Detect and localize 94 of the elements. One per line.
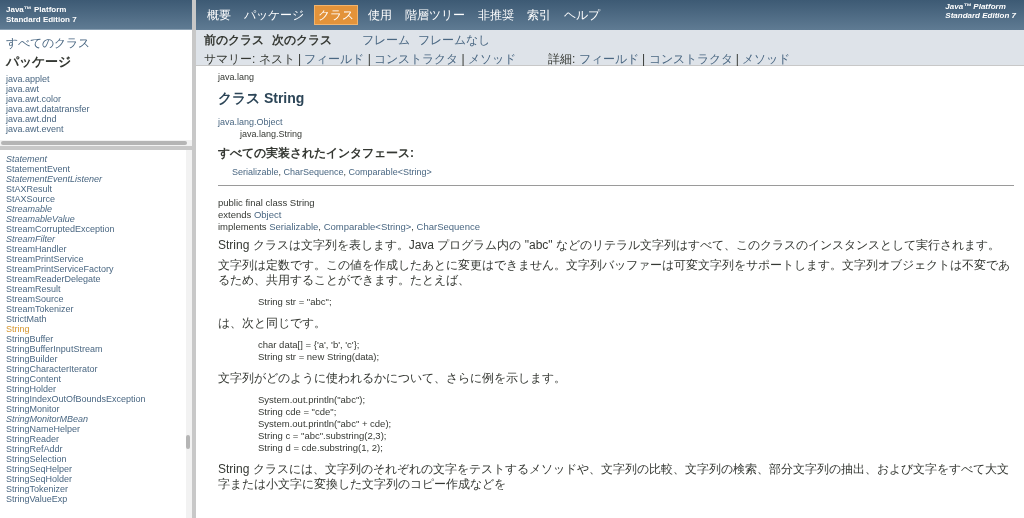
class-link[interactable]: StrictMath	[6, 314, 47, 324]
class-link[interactable]: StringIndexOutOfBoundsException	[6, 394, 146, 404]
class-link[interactable]: StringBuilder	[6, 354, 58, 364]
paragraph: は、次と同じです。	[218, 316, 327, 331]
class-link[interactable]: StringBuffer	[6, 334, 54, 344]
platform-title: Standard Edition 7	[945, 11, 1016, 20]
class-link[interactable]: StringSelection	[6, 454, 67, 464]
code-line: String str = new String(data);	[258, 351, 380, 363]
class-link[interactable]: StreamTokenizer	[6, 304, 74, 314]
package-link[interactable]: java.awt.color	[6, 94, 62, 104]
code-line: System.out.println("abc");	[258, 394, 366, 406]
link[interactable]: メソッド	[468, 52, 517, 66]
packages-heading: パッケージ	[6, 54, 71, 70]
class-link[interactable]: StringHolder	[6, 384, 57, 394]
class-link[interactable]: StringSeqHolder	[6, 474, 73, 484]
link[interactable]: Comparable<String>	[348, 167, 432, 177]
code-line: String str = "abc";	[258, 296, 332, 308]
frames-link[interactable]: フレーム	[362, 34, 410, 47]
class-link[interactable]: java.lang.Object	[218, 116, 283, 128]
link[interactable]: CharSequence	[416, 221, 480, 232]
class-link[interactable]: StringNameHelper	[6, 424, 81, 434]
code-line: String d = cde.substring(1, 2);	[258, 442, 383, 454]
class-link[interactable]: StringCharacterIterator	[6, 364, 98, 374]
link[interactable]: フィールド	[578, 52, 639, 66]
class-link[interactable]: StreamPrintService	[6, 254, 84, 264]
class-link[interactable]: Streamable	[6, 204, 53, 214]
nav-tab[interactable]: ヘルプ	[561, 6, 603, 24]
class-link[interactable]: StatementEventListener	[6, 174, 103, 184]
class-link[interactable]: StringTokenizer	[6, 484, 69, 494]
paragraph: String クラスには、文字列のそれぞれの文字をテストするメソッドや、文字列の比較、文字列の検索、部分文字列の抽出、および文字をすべて大文字または小文字に変換した文字列のコピー作成などを	[218, 462, 1010, 492]
class-link[interactable]: StringSeqHelper	[6, 464, 73, 474]
summary-nav: サマリー: ネスト | フィールド | コンストラクタ | メソッド	[204, 52, 517, 66]
class-link[interactable]: StreamSource	[6, 294, 64, 304]
class-title: クラス String	[218, 89, 305, 107]
package-name: java.lang	[218, 71, 255, 83]
class-link[interactable]: StringMonitor	[6, 404, 60, 414]
class-link[interactable]: StringMonitorMBean	[6, 414, 89, 424]
detail-nav: 詳細: フィールド | コンストラクタ | メソッド	[548, 52, 791, 66]
class-link[interactable]: StreamCorruptedException	[6, 224, 115, 234]
scrollbar-thumb[interactable]	[1, 141, 187, 145]
paragraph: 文字列がどのように使われるかについて、さらに例を示します。	[218, 371, 567, 386]
code-line: String cde = "cde";	[258, 406, 337, 418]
class-link[interactable]: Statement	[6, 154, 48, 164]
class-link[interactable]: StreamableValue	[6, 214, 75, 224]
class-link[interactable]: StreamResult	[6, 284, 61, 294]
class-link[interactable]: StringContent	[6, 374, 62, 384]
paragraph: 文字列は定数です。この値を作成したあとに変更はできません。文字列バッファーは可変文字列をサポートします。文字列オブジェクトは不変であるため、共用することができます。たとえば、	[218, 258, 1011, 288]
interfaces-heading: すべての実装されたインタフェース:	[218, 146, 414, 161]
code-line: System.out.println("abc" + cde);	[258, 418, 392, 430]
class-link[interactable]: StAXSource	[6, 194, 56, 204]
class-link[interactable]: StreamReaderDelegate	[6, 274, 101, 284]
declaration-line: extends Object	[218, 209, 282, 221]
link[interactable]: メソッド	[742, 52, 791, 66]
no-frames-link[interactable]: フレームなし	[418, 34, 490, 47]
declaration-line: public final class String	[218, 197, 315, 209]
link[interactable]: Object	[253, 209, 282, 220]
class-link[interactable]: StreamPrintServiceFactory	[6, 264, 114, 274]
class-link[interactable]: StringBufferInputStream	[6, 344, 103, 354]
package-link[interactable]: java.awt	[6, 84, 40, 94]
link[interactable]: フィールド	[304, 52, 365, 66]
package-link[interactable]: java.awt.datatransfer	[6, 104, 90, 114]
package-link[interactable]: java.applet	[6, 74, 50, 84]
link[interactable]: Serializable	[232, 167, 279, 177]
paragraph: String クラスは文字列を表します。Java プログラム内の "abc" などのリテラル文字列はすべて、このクラスのインスタンスとして実行されます。	[218, 238, 1001, 253]
nav-tab[interactable]: 使用	[365, 6, 395, 24]
class-link[interactable]: StatementEvent	[6, 164, 71, 174]
platform-title: Standard Edition 7	[6, 15, 77, 25]
link[interactable]: CharSequence	[283, 167, 344, 177]
interfaces-list: Serializable, CharSequence, Comparable<String>	[232, 166, 432, 178]
declaration-line: implements Serializable, Comparable<String>, CharSequence	[218, 221, 480, 233]
platform-title: Java™ Platform	[945, 2, 1006, 11]
class-link[interactable]: StAXResult	[6, 184, 53, 194]
class-link[interactable]: StringRefAddr	[6, 444, 63, 454]
class-link[interactable]: StringValueExp	[6, 494, 68, 504]
nav-tab[interactable]: 階層ツリー	[402, 6, 468, 24]
class-name: java.lang.String	[240, 128, 303, 140]
code-line: String c = "abc".substring(2,3);	[258, 430, 387, 442]
class-link[interactable]: StringReader	[6, 434, 60, 444]
scrollbar-thumb[interactable]	[186, 435, 190, 449]
package-link[interactable]: java.awt.dnd	[6, 114, 57, 124]
nav-tab[interactable]: 非推奨	[475, 6, 517, 24]
nav-tab[interactable]: パッケージ	[241, 6, 307, 24]
package-link[interactable]: java.awt.event	[6, 124, 64, 134]
prev-class-link[interactable]: 前のクラス	[204, 34, 264, 47]
platform-title: Java™ Platform	[6, 5, 67, 15]
all-classes-link[interactable]: すべてのクラス	[6, 36, 90, 50]
class-link[interactable]: StreamFilter	[6, 234, 55, 244]
class-link[interactable]: StreamHandler	[6, 244, 67, 254]
link[interactable]: コンストラクタ	[374, 52, 459, 66]
nav-tab[interactable]: 概要	[204, 6, 234, 24]
code-line: char data[] = {'a', 'b', 'c'};	[258, 339, 360, 351]
next-class-link[interactable]: 次のクラス	[272, 34, 332, 47]
nav-tab[interactable]: 索引	[524, 6, 554, 24]
link[interactable]: コンストラクタ	[648, 52, 733, 66]
